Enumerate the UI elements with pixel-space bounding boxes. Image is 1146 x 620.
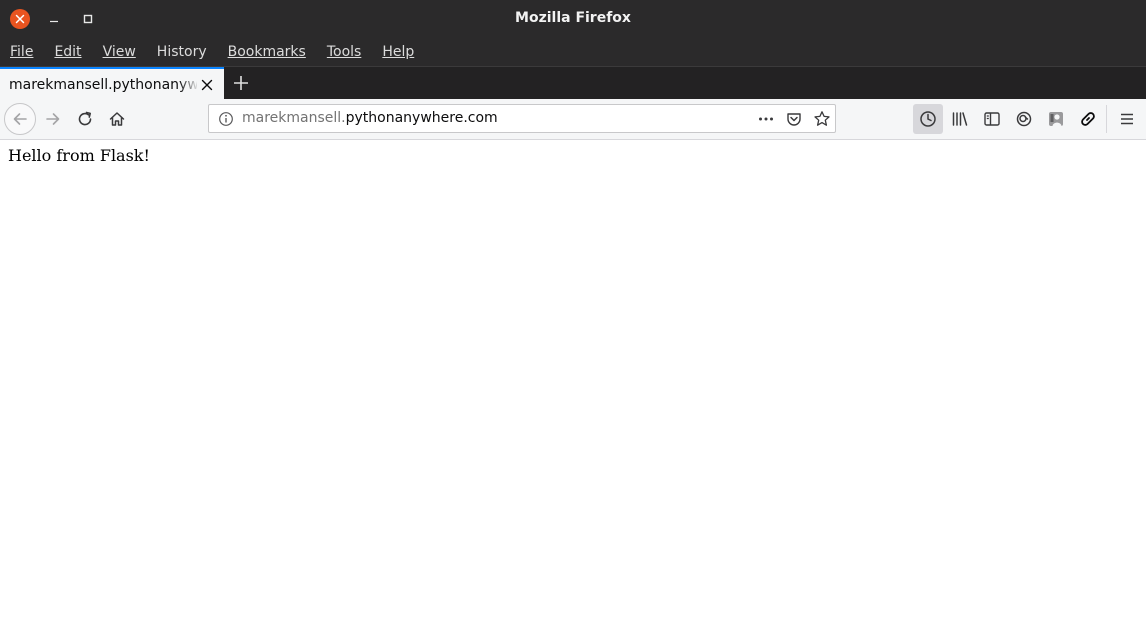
bookmark-star-button[interactable] — [812, 109, 832, 129]
navigation-toolbar: marekmansell.pythonanywhere.com — [0, 99, 1146, 140]
sync-icon — [1016, 111, 1032, 127]
plus-icon — [234, 76, 248, 90]
extension-button[interactable] — [1041, 104, 1071, 134]
menu-bookmarks-label: Bookmarks — [227, 43, 306, 60]
window-title: Mozilla Firefox — [515, 10, 631, 26]
arrow-right-icon — [46, 113, 60, 125]
tab-strip: marekmansell.pythonanywhere.com — [0, 66, 1146, 100]
menu-help[interactable]: Help — [382, 44, 414, 60]
menu-edit[interactable]: Edit — [54, 44, 81, 60]
pocket-icon — [787, 113, 801, 126]
history-button[interactable] — [913, 104, 943, 134]
site-info-button[interactable] — [218, 111, 234, 127]
url-bar[interactable]: marekmansell.pythonanywhere.com — [208, 104, 836, 133]
star-icon — [814, 111, 830, 126]
library-icon — [952, 112, 968, 126]
tab-title: marekmansell.pythonanywhere.com — [9, 77, 197, 93]
menu-bar: File Edit View History Bookmarks Tools H… — [0, 37, 1146, 66]
reload-button[interactable] — [70, 104, 100, 134]
open-menu-button[interactable] — [1112, 104, 1142, 134]
back-button[interactable] — [4, 103, 36, 135]
close-icon — [201, 79, 213, 91]
url-text[interactable]: marekmansell.pythonanywhere.com — [242, 105, 498, 132]
page-content: Hello from Flask! — [0, 140, 1146, 620]
menu-help-label: Help — [382, 43, 415, 60]
sync-button[interactable] — [1009, 104, 1039, 134]
page-actions-button[interactable] — [756, 109, 776, 129]
menu-history-label: History — [156, 43, 207, 60]
home-button[interactable] — [102, 104, 132, 134]
hamburger-menu-icon — [1121, 113, 1133, 125]
url-domain-prefix: marekmansell. — [242, 110, 346, 126]
library-button[interactable] — [945, 104, 975, 134]
sidebar-icon — [984, 112, 1000, 126]
menu-tools[interactable]: Tools — [327, 44, 362, 60]
info-icon — [219, 112, 233, 126]
menu-tools-label: Tools — [326, 43, 362, 60]
arrow-left-icon — [13, 113, 27, 125]
more-horizontal-icon — [759, 117, 773, 121]
link-button[interactable] — [1073, 104, 1103, 134]
menu-file[interactable]: File — [10, 44, 33, 60]
menu-history[interactable]: History — [157, 44, 207, 60]
home-icon — [109, 112, 125, 126]
menu-view-label: View — [102, 43, 136, 60]
page-body-text: Hello from Flask! — [8, 146, 150, 165]
link-icon — [1081, 112, 1095, 126]
url-domain-main: pythonanywhere.com — [345, 110, 498, 126]
new-tab-button[interactable] — [230, 72, 252, 94]
sidebar-button[interactable] — [977, 104, 1007, 134]
tab-close-button[interactable] — [199, 77, 215, 93]
menu-view[interactable]: View — [103, 44, 136, 60]
clock-icon — [920, 111, 936, 127]
forward-button[interactable] — [38, 104, 68, 134]
menu-file-label: File — [10, 43, 34, 60]
menu-edit-label: Edit — [54, 43, 82, 60]
toolbar-separator — [1106, 105, 1107, 133]
window-titlebar: Mozilla Firefox — [0, 0, 1146, 37]
menu-bookmarks[interactable]: Bookmarks — [228, 44, 306, 60]
reload-icon — [78, 111, 92, 126]
pocket-button[interactable] — [784, 109, 804, 129]
extension-avatar-icon — [1049, 112, 1063, 126]
tab-active[interactable]: marekmansell.pythonanywhere.com — [0, 67, 224, 100]
